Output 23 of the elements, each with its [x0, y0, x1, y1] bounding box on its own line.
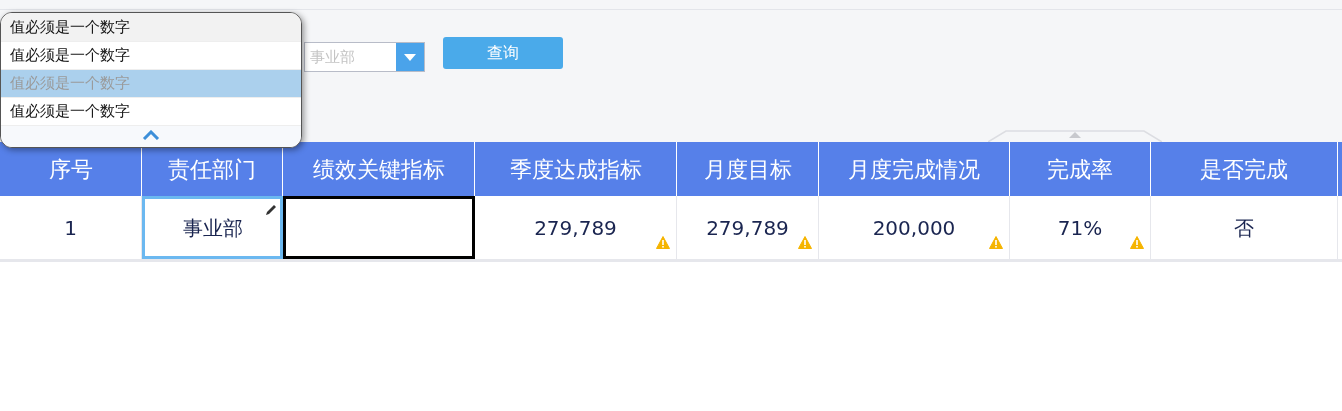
table-cell: 279,789: [475, 196, 677, 259]
table-cell: 否: [1151, 196, 1338, 259]
popup-option[interactable]: 值必须是一个数字: [1, 69, 301, 97]
department-select[interactable]: 事业部: [304, 42, 425, 72]
collapse-toggle-icon[interactable]: [988, 130, 1162, 142]
popup-option[interactable]: 值必须是一个数字: [1, 97, 301, 125]
table-cell: 200,000: [819, 196, 1010, 259]
column-header: 绩效关键指标: [283, 142, 475, 196]
chevron-up-icon[interactable]: [142, 130, 160, 140]
pencil-icon[interactable]: [264, 203, 278, 217]
table-cell: 1: [0, 196, 142, 259]
table-cell: 71%: [1010, 196, 1151, 259]
column-header: 月度目标: [677, 142, 819, 196]
column-header: 完成率: [1010, 142, 1151, 196]
popup-title: 值必须是一个数字: [1, 13, 301, 41]
table-cell: 事业部: [142, 196, 283, 259]
table-cell: 279,789: [677, 196, 819, 259]
column-header: 月度完成情况: [819, 142, 1010, 196]
column-header: 是否完成: [1151, 142, 1338, 196]
column-header: 季度达成指标: [475, 142, 677, 196]
query-button[interactable]: 查询: [443, 37, 563, 69]
popup-option[interactable]: 值必须是一个数字: [1, 41, 301, 69]
caret-icon: [404, 53, 416, 61]
